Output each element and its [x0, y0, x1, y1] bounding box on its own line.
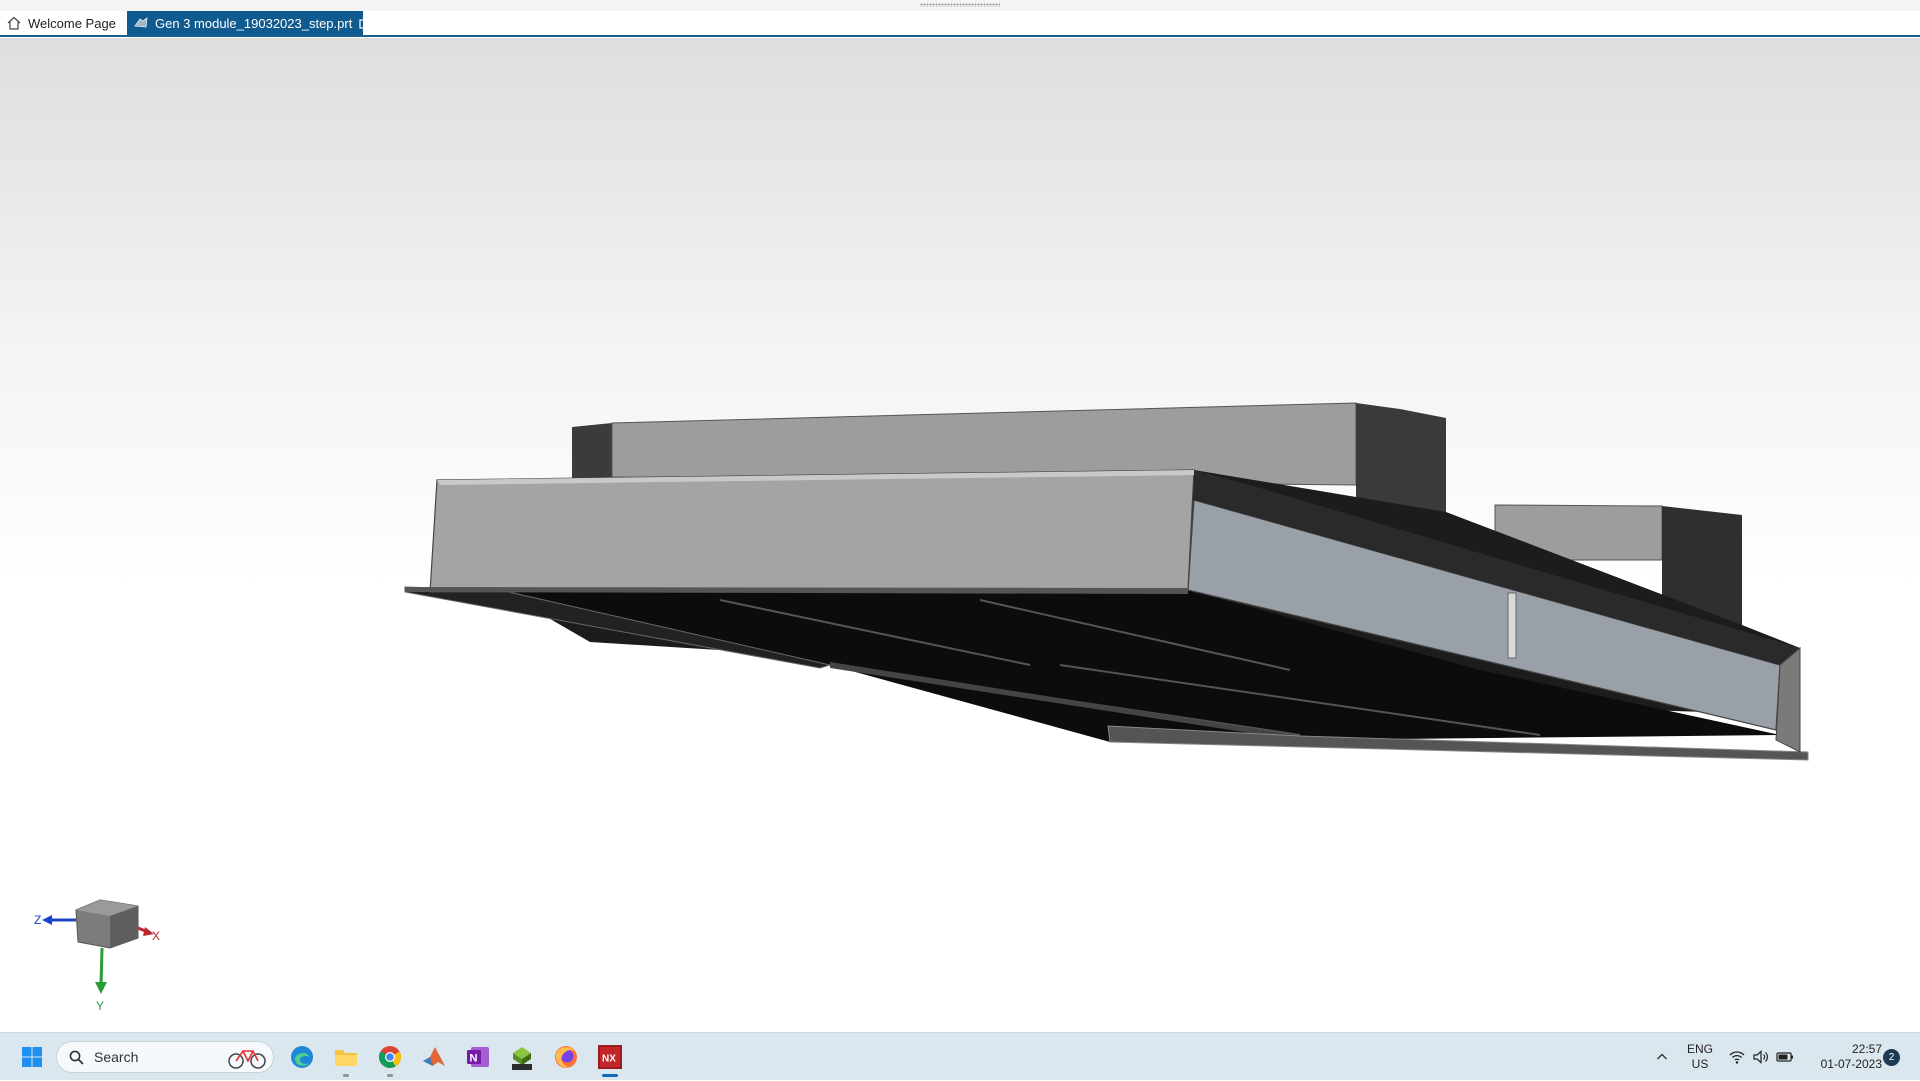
home-icon	[7, 16, 21, 30]
matlab-icon	[423, 1047, 445, 1066]
popout-icon[interactable]	[359, 17, 371, 29]
show-hidden-icons[interactable]	[1650, 1033, 1674, 1081]
chevron-up-icon	[1657, 1053, 1667, 1060]
battery-status[interactable]	[1774, 1033, 1796, 1081]
taskbar-file-explorer[interactable]	[326, 1033, 366, 1081]
network-status[interactable]	[1726, 1033, 1748, 1081]
grip-dots	[920, 3, 1000, 7]
taskbar-nx[interactable]: NX	[590, 1033, 630, 1081]
view-triad[interactable]: Z X Y	[30, 888, 170, 1018]
edge-icon	[291, 1046, 313, 1068]
part-file-icon	[134, 17, 148, 28]
triad-x-label: X	[152, 929, 160, 943]
taskbar-edge[interactable]	[282, 1033, 322, 1081]
running-indicator	[387, 1074, 393, 1077]
running-indicator	[343, 1074, 349, 1077]
clock-time: 22:57	[1851, 1042, 1882, 1056]
taskbar-inventor[interactable]	[502, 1033, 542, 1081]
clock-date: 01-07-2023	[1820, 1057, 1882, 1071]
language-line1: ENG	[1686, 1042, 1713, 1056]
firefox-icon	[555, 1046, 577, 1068]
tab-welcome-label: Welcome Page	[28, 15, 116, 31]
triad-z-label: Z	[34, 913, 41, 927]
speaker-icon	[1753, 1050, 1768, 1064]
file-explorer-icon	[335, 1050, 357, 1066]
tab-part-file[interactable]: Gen 3 module_19032023_step.prt	[127, 11, 388, 35]
taskbar-onenote[interactable]: N	[458, 1033, 498, 1081]
search-placeholder: Search	[94, 1049, 139, 1065]
search-icon	[69, 1050, 84, 1065]
notification-badge[interactable]: 2	[1883, 1049, 1900, 1066]
start-button[interactable]	[14, 1033, 50, 1081]
volume-control[interactable]	[1750, 1033, 1772, 1081]
graphics-window[interactable]: Z X Y	[0, 38, 1920, 1032]
svg-text:NX: NX	[602, 1054, 616, 1065]
taskbar: Search N NX ENG US 22:57 01-07-2023 2	[0, 1032, 1920, 1080]
active-indicator	[602, 1074, 618, 1077]
language-indicator[interactable]: ENG US	[1680, 1042, 1720, 1072]
taskbar-matlab[interactable]	[414, 1033, 454, 1081]
svg-text:N: N	[470, 1053, 478, 1065]
window-grip[interactable]	[0, 0, 1920, 11]
taskbar-chrome[interactable]	[370, 1033, 410, 1081]
system-clock[interactable]: 22:57 01-07-2023	[1800, 1042, 1882, 1072]
close-icon[interactable]	[377, 18, 388, 29]
document-tab-bar: Welcome Page Gen 3 module_19032023_step.…	[0, 11, 1920, 37]
start-icon	[22, 1047, 42, 1067]
tab-part-file-label: Gen 3 module_19032023_step.prt	[155, 15, 353, 31]
onenote-icon: N	[467, 1047, 489, 1067]
tab-welcome-page[interactable]: Welcome Page	[4, 11, 124, 35]
triad-y-label: Y	[96, 999, 104, 1013]
battery-charging-icon	[1776, 1052, 1793, 1062]
wifi-icon	[1729, 1051, 1745, 1064]
3d-model-view[interactable]	[0, 38, 1920, 1032]
taskbar-firefox[interactable]	[546, 1033, 586, 1081]
chrome-icon	[379, 1046, 401, 1068]
inventor-2022-icon	[512, 1047, 532, 1070]
language-line2: US	[1691, 1057, 1709, 1071]
taskbar-search[interactable]: Search	[56, 1041, 274, 1073]
bicycle-icon	[228, 1050, 266, 1069]
nx-icon: NX	[598, 1045, 622, 1069]
